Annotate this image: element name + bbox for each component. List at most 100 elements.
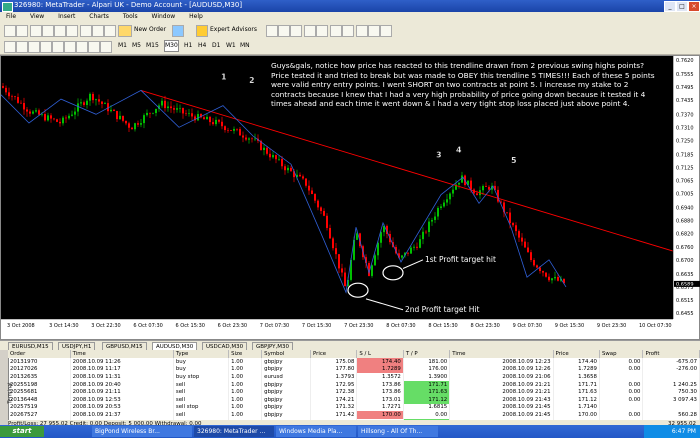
candle-body [83,102,85,105]
candle-body [242,135,244,138]
col-time[interactable]: Time [70,350,174,358]
fibonacci-icon[interactable] [76,41,88,53]
start-button[interactable]: start [0,426,44,437]
price-tick-label: 0.6820 [676,232,694,238]
taskbar-item-metatrader[interactable]: 326980: MetaTrader ... [194,426,274,437]
zoom-in-icon[interactable] [80,25,92,37]
col-swap[interactable]: Swap [599,350,644,358]
maximize-button[interactable]: □ [676,1,688,12]
trendline-icon[interactable] [52,41,64,53]
order-id: 20267527 [8,411,71,419]
tile-windows-icon[interactable] [104,25,116,37]
col-profit[interactable]: Profit [642,350,700,358]
chart-window[interactable]: 0.7620 0.7555 0.7495 0.7435 0.7370 0.7310 0.72… [0,55,700,340]
price-tick-label: 0.7435 [676,98,694,104]
expert-advisors-icon[interactable] [196,25,208,37]
menu-bar: File View Insert Charts Tools Window Hel… [0,12,700,22]
candle-body [338,254,340,269]
tf-w1[interactable]: W1 [226,40,236,52]
expert-advisors-button[interactable]: Expert Advisors [210,24,257,36]
bar-chart-icon[interactable] [266,25,278,37]
zoom-in-chart-icon[interactable] [304,25,316,37]
col-order[interactable]: Order [8,350,71,358]
chart-shift-icon[interactable] [342,25,354,37]
col-close-time[interactable]: Time [449,350,554,358]
close-button[interactable]: × [688,1,700,12]
horizontal-line-icon[interactable] [40,41,52,53]
zoom-out-icon[interactable] [92,25,104,37]
profit-target-2-label: 2nd Profit target Hit [405,305,480,314]
tf-h4[interactable]: H4 [198,40,206,52]
taskbar-item-hillsong[interactable]: Hillsong - All Of Th... [358,426,438,437]
time-tick-label: 6 Oct 23:30 [218,323,247,329]
channel-icon[interactable] [64,41,76,53]
candle-body [29,111,31,114]
new-chart-icon[interactable] [4,25,16,37]
col-sl[interactable]: S / L [356,350,404,358]
candle-body [56,119,58,122]
order-sl: 173.01 [356,395,404,404]
col-symbol[interactable]: Symbol [261,350,311,358]
order-type: buy [173,365,230,374]
arrows-icon[interactable] [100,41,112,53]
time-tick-label: 6 Oct 15:30 [176,323,205,329]
menu-tools[interactable]: Tools [117,12,144,22]
tf-d1[interactable]: D1 [212,40,220,52]
zoom-out-chart-icon[interactable] [316,25,328,37]
order-sl: 1.7271 [356,403,404,412]
col-type[interactable]: Type [173,350,230,358]
minimize-button[interactable]: _ [664,1,676,12]
new-order-button[interactable]: New Order [134,24,166,36]
text-label-icon[interactable] [88,41,100,53]
candle-body [428,221,430,233]
tf-m1[interactable]: M1 [118,40,127,52]
crosshair-icon[interactable] [16,41,28,53]
candlestick-chart-icon[interactable] [278,25,290,37]
order-row[interactable]: 20255681 2008.10.09 21:11 sell 1.00 gbpjpy 17… [8,388,700,396]
taskbar-item-bigpond[interactable]: BigPond Wireless Br... [92,426,192,437]
col-tp[interactable]: T / P [403,350,451,358]
order-tp: 181.00 [403,358,451,366]
menu-charts[interactable]: Charts [83,12,115,22]
market-watch-icon[interactable] [30,25,42,37]
order-row[interactable]: 20267527 2008.10.09 21:37 sell 1.00 gbpjpy 17… [8,411,700,419]
col-price[interactable]: Price [310,350,358,358]
order-row[interactable]: 20255198 2008.10.09 20:40 sell 1.00 gbpjpy 17… [8,380,700,389]
indicators-icon[interactable] [356,25,368,37]
profiles-icon[interactable] [16,25,28,37]
order-row[interactable]: 20132635 2008.10.09 11:31 buy stop 1.00 euru… [8,373,700,381]
new-order-icon[interactable] [118,25,132,37]
tf-m15[interactable]: M15 [146,40,159,52]
menu-insert[interactable]: Insert [52,12,81,22]
data-window-icon[interactable] [42,25,54,37]
menu-view[interactable]: View [24,12,50,22]
vertical-line-icon[interactable] [28,41,40,53]
menu-file[interactable]: File [0,12,22,22]
line-chart-icon[interactable] [290,25,302,37]
candle-body [35,110,37,112]
auto-scroll-icon[interactable] [330,25,342,37]
menu-window[interactable]: Window [146,12,182,22]
candle-body [326,215,328,228]
order-row[interactable]: 20127026 2008.10.09 11:17 buy 1.00 gbpjpy 177… [8,365,700,374]
order-size: 1.00 [228,388,263,396]
cursor-icon[interactable] [4,41,16,53]
order-row[interactable]: 20131970 2008.10.09 11:26 buy 1.00 gbpjpy 175… [8,358,700,366]
menu-help[interactable]: Help [183,12,209,22]
col-close-price[interactable]: Price [553,350,600,358]
tf-h1[interactable]: H1 [184,40,192,52]
periods-icon[interactable] [368,25,380,37]
terminal-icon[interactable] [66,25,78,37]
order-row[interactable]: 20136448 2008.10.09 12:53 sell 1.00 gbpjpy 17… [8,395,700,404]
meta-editor-icon[interactable] [172,25,184,37]
order-row[interactable]: 20257519 2008.10.09 20:53 sell stop 1.00 gbp… [8,403,700,412]
navigator-icon[interactable] [54,25,66,37]
tf-mn[interactable]: MN [240,40,250,52]
col-size[interactable]: Size [228,350,263,358]
templates-icon[interactable] [380,25,392,37]
close-price: 171.63 [553,388,600,396]
tf-m30[interactable]: M30 [164,40,179,52]
candle-body [206,116,208,120]
tf-m5[interactable]: M5 [132,40,141,52]
taskbar-item-media-player[interactable]: Windows Media Pla... [276,426,356,437]
